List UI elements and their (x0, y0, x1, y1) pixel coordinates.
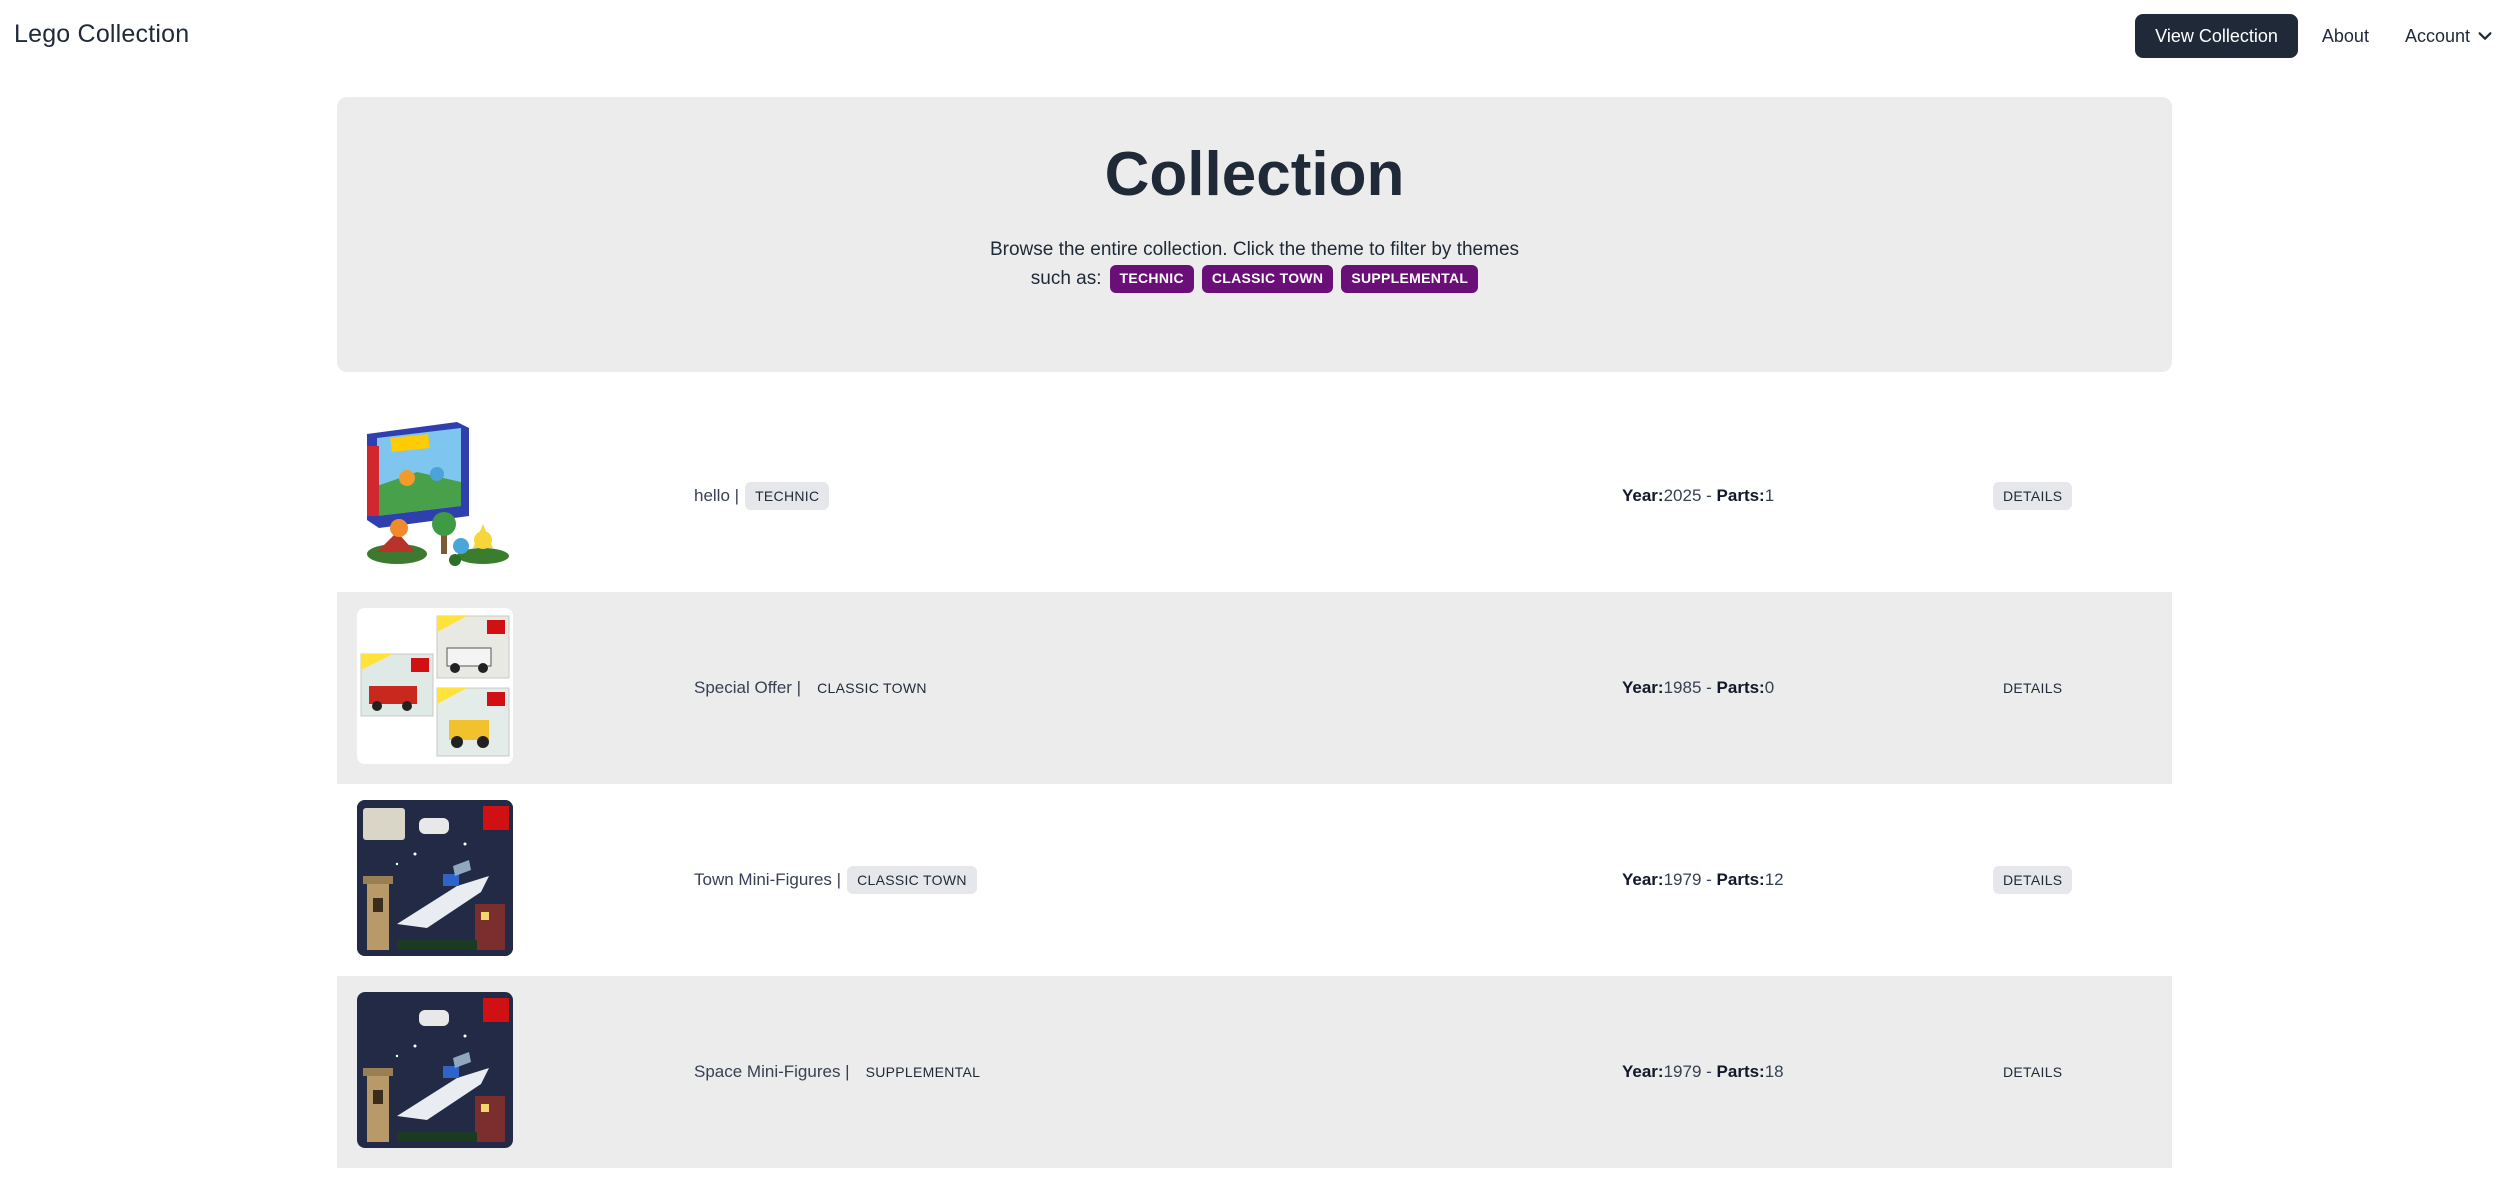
account-label: Account (2404, 25, 2470, 46)
year-value: 2025 (1663, 486, 1702, 505)
details-cell: DETAILS (1993, 784, 2073, 976)
set-row: Space Mini-Figures | SUPPLEMENTAL Year: … (337, 976, 2172, 1168)
year-value: 1985 (1663, 678, 1702, 697)
set-list: hello | TECHNIC Year: 2025 - Parts: 1 DE… (337, 400, 2172, 1168)
set-name-text[interactable]: Town Mini-Figures | (694, 870, 841, 890)
theme-filter-supplemental[interactable]: SUPPLEMENTAL (1341, 264, 1479, 293)
theme-filter-technic[interactable]: TECHNIC (1109, 264, 1194, 293)
theme-filter-classic-town[interactable]: CLASSIC TOWN (1201, 264, 1334, 293)
set-name: hello | TECHNIC (694, 400, 830, 592)
parts-value: 1 (1764, 486, 1775, 505)
meta-separator: - (1701, 1062, 1717, 1081)
set-theme-tag[interactable]: CLASSIC TOWN (807, 674, 937, 702)
view-collection-button[interactable]: View Collection (2135, 14, 2298, 58)
set-name: Town Mini-Figures | CLASSIC TOWN (694, 784, 977, 976)
parts-label: Parts: (1716, 1062, 1765, 1081)
details-cell: DETAILS (1993, 592, 2072, 784)
set-image[interactable] (357, 416, 513, 572)
set-row: Town Mini-Figures | CLASSIC TOWN Year: 1… (337, 784, 2172, 976)
details-button[interactable]: DETAILS (1993, 1058, 2072, 1086)
set-theme-tag[interactable]: SUPPLEMENTAL (856, 1058, 991, 1086)
chevron-down-icon (2478, 32, 2492, 40)
spaceship-box-image (357, 992, 513, 1148)
year-label: Year: (1622, 678, 1664, 697)
hero-such-as: such as: (1030, 268, 1102, 289)
set-row: hello | TECHNIC Year: 2025 - Parts: 1 DE… (337, 400, 2172, 592)
details-button[interactable]: DETAILS (1993, 482, 2073, 510)
parts-value: 18 (1764, 1062, 1784, 1081)
year-value: 1979 (1663, 870, 1702, 889)
set-name: Special Offer | CLASSIC TOWN (694, 592, 937, 784)
parts-value: 12 (1764, 870, 1784, 889)
collection-hero: Collection Browse the entire collection.… (337, 97, 2172, 372)
set-name-text[interactable]: Space Mini-Figures | (694, 1062, 850, 1082)
spaceship-box-image (357, 800, 513, 956)
details-cell: DETAILS (1993, 400, 2073, 592)
details-button[interactable]: DETAILS (1993, 674, 2072, 702)
parts-value: 0 (1764, 678, 1775, 697)
special-offer-image (357, 608, 513, 764)
set-meta: Year: 2025 - Parts: 1 (1622, 400, 1774, 592)
meta-separator: - (1701, 486, 1717, 505)
about-link[interactable]: About (2322, 26, 2369, 47)
details-cell: DETAILS (1993, 976, 2072, 1168)
parts-label: Parts: (1716, 486, 1765, 505)
set-name-text[interactable]: Special Offer | (694, 678, 801, 698)
set-meta: Year: 1979 - Parts: 18 (1622, 976, 1784, 1168)
year-label: Year: (1622, 870, 1664, 889)
hero-description: Browse the entire collection. Click the … (337, 235, 2172, 293)
year-label: Year: (1622, 1062, 1664, 1081)
meta-separator: - (1701, 678, 1717, 697)
set-image[interactable] (357, 992, 513, 1148)
set-name-text[interactable]: hello | (694, 486, 739, 506)
parts-label: Parts: (1716, 678, 1765, 697)
account-dropdown[interactable]: Account (2405, 26, 2494, 47)
navbar: Lego Collection View Collection About Ac… (0, 0, 2502, 72)
set-row: Special Offer | CLASSIC TOWN Year: 1985 … (337, 592, 2172, 784)
set-theme-tag[interactable]: TECHNIC (745, 482, 830, 510)
meta-separator: - (1701, 870, 1717, 889)
set-image[interactable] (357, 800, 513, 956)
set-theme-tag[interactable]: CLASSIC TOWN (847, 866, 977, 894)
pokemon-set-box-image (357, 416, 513, 572)
set-image[interactable] (357, 608, 513, 764)
set-meta: Year: 1985 - Parts: 0 (1622, 592, 1774, 784)
year-value: 1979 (1663, 1062, 1702, 1081)
hero-description-line2: such as: TECHNIC CLASSIC TOWN SUPPLEMENT… (337, 264, 2172, 293)
parts-label: Parts: (1716, 870, 1765, 889)
brand-logo[interactable]: Lego Collection (14, 20, 189, 49)
details-button[interactable]: DETAILS (1993, 866, 2073, 894)
hero-description-line1: Browse the entire collection. Click the … (989, 239, 1520, 260)
set-meta: Year: 1979 - Parts: 12 (1622, 784, 1784, 976)
page-title: Collection (1104, 140, 1405, 209)
year-label: Year: (1622, 486, 1664, 505)
nav-links: View Collection About Account (2135, 14, 2502, 58)
set-name: Space Mini-Figures | SUPPLEMENTAL (694, 976, 990, 1168)
